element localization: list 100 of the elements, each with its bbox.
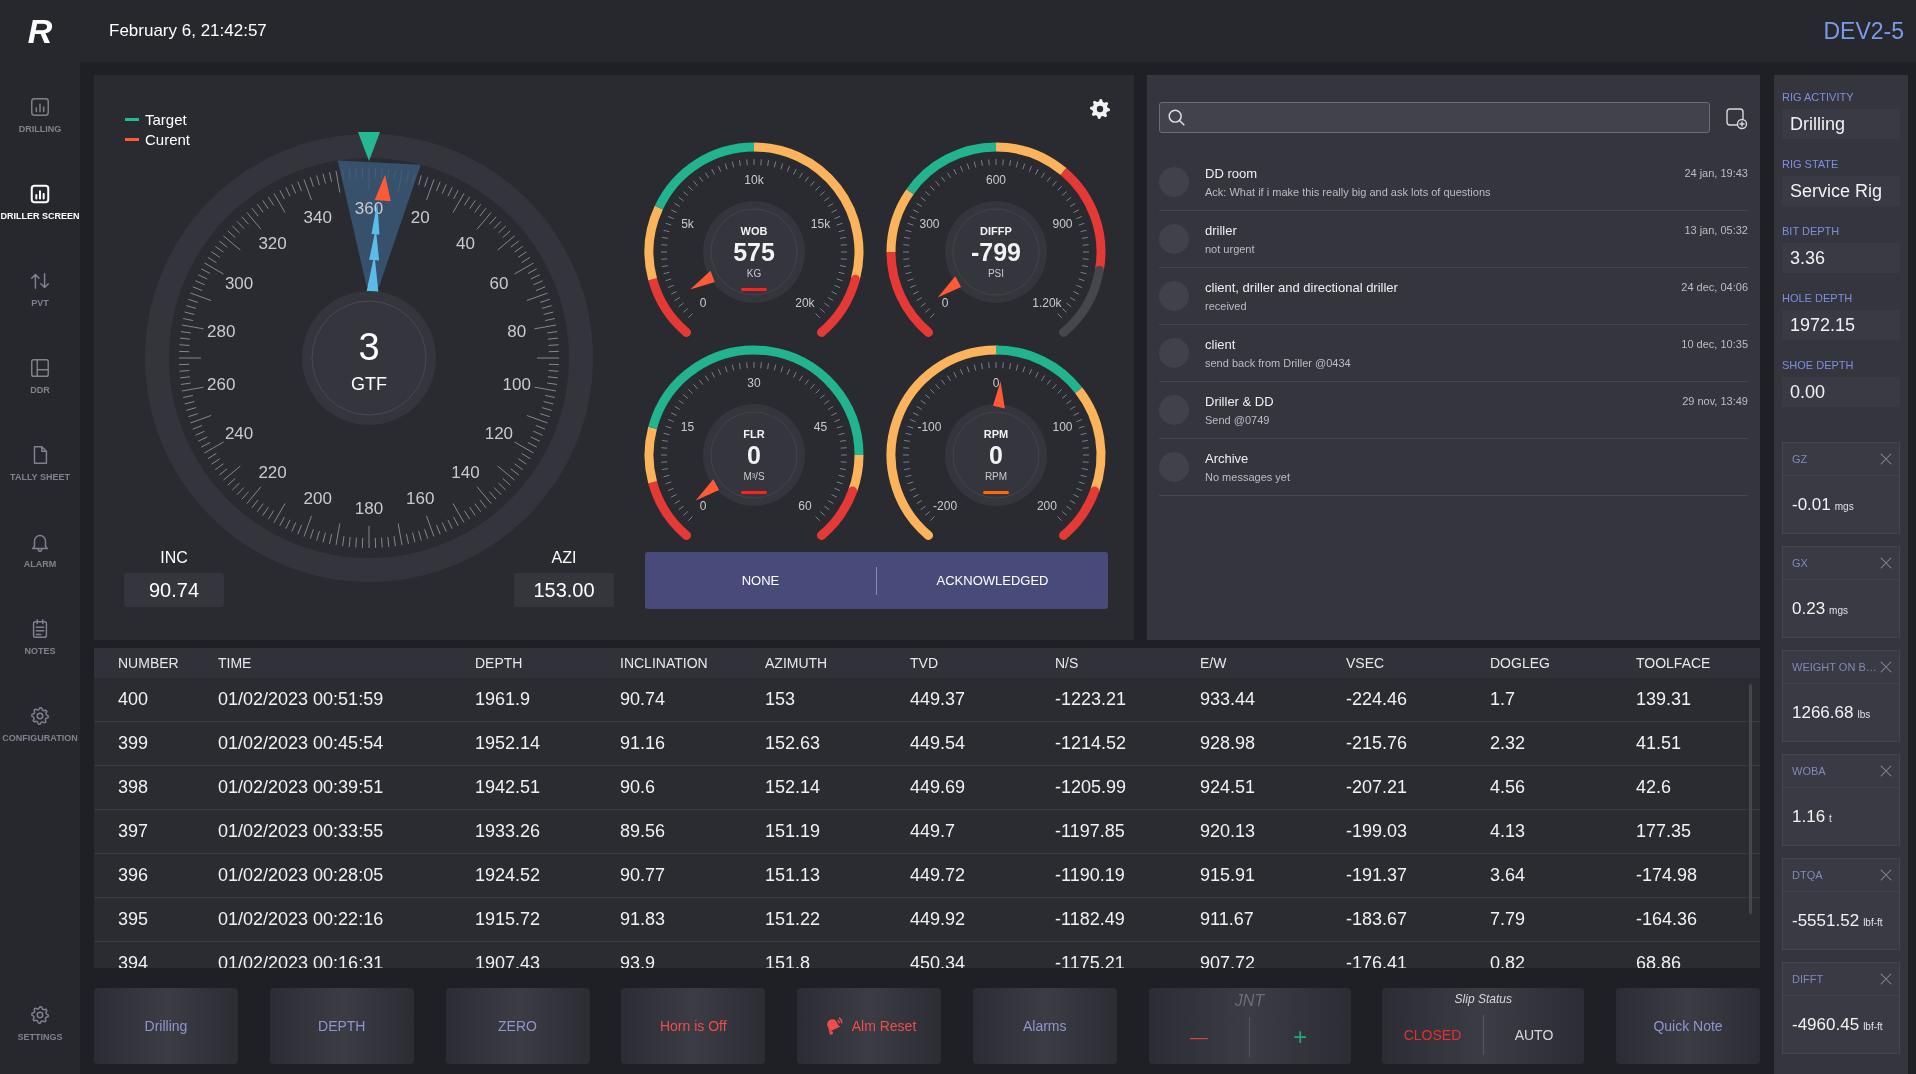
dial-label: 20 xyxy=(410,207,430,227)
switch-option[interactable]: CLOSED xyxy=(1382,1026,1483,1044)
readout-value: 90.74 xyxy=(124,573,224,607)
conversation-item[interactable]: client send back from Driller @0434 10 dec, 10:35 xyxy=(1159,325,1748,382)
table-cell-text: 91.16 xyxy=(620,733,667,754)
reading: -0.01 xyxy=(1792,494,1831,515)
column-header: AZIMUTH xyxy=(765,655,829,671)
scale-label: 30 xyxy=(747,376,761,390)
action-button[interactable]: Quick Note xyxy=(1616,988,1760,1064)
table-cell-text: 42.6 xyxy=(1636,777,1673,798)
scale-label: 5k xyxy=(681,217,694,232)
new-chat-icon[interactable] xyxy=(1724,105,1748,130)
conversation-item[interactable]: Archive No messages yet xyxy=(1159,439,1748,496)
plus-button[interactable]: + xyxy=(1250,1022,1351,1052)
readout-value: 153.00 xyxy=(514,573,614,607)
conversation-item[interactable]: driller not urgent 13 jan, 05:32 xyxy=(1159,211,1748,268)
dial-label: 160 xyxy=(406,489,435,509)
conversation-item[interactable]: DD room Ack: What if i make this really big and ask lots of questions 24 jan, 19:43 xyxy=(1159,154,1748,211)
nav-item[interactable]: ALARM xyxy=(0,506,80,593)
action-button[interactable]: Alarms xyxy=(972,988,1117,1064)
action-button[interactable]: Drilling xyxy=(94,988,238,1064)
action-button[interactable]: ZERO xyxy=(445,988,590,1064)
switch-option[interactable]: AUTO xyxy=(1483,1026,1585,1044)
table-cell-text: -191.37 xyxy=(1346,865,1409,886)
table-cell-text: -183.67 xyxy=(1346,909,1409,930)
table-cell-text: -224.46 xyxy=(1346,689,1409,710)
scale-label: 1.20k xyxy=(1032,295,1062,310)
gauge-label: WOB xyxy=(740,225,768,237)
nav-item[interactable]: NOTES xyxy=(0,593,80,680)
minus-button[interactable]: — xyxy=(1148,1025,1249,1049)
rig-name: DEV2-5 xyxy=(1823,17,1904,45)
target-marker xyxy=(358,132,380,161)
nav-item[interactable]: TALLY SHEET xyxy=(0,419,80,506)
nav-item[interactable]: DRILLING xyxy=(0,71,80,158)
table-cell-text: 928.98 xyxy=(1200,733,1257,754)
readout-label: INC xyxy=(160,549,188,567)
scale-label: 60 xyxy=(798,498,812,513)
scale-label: 300 xyxy=(919,217,940,232)
table-cell-text: 449.92 xyxy=(910,909,967,930)
scale-label: 15 xyxy=(680,420,695,435)
conversation-item[interactable]: Driller & DD Send @0749 29 nov, 13:49 xyxy=(1159,382,1748,439)
settings-icon[interactable] xyxy=(1088,97,1112,121)
table-cell-text: -1197.85 xyxy=(1055,821,1126,842)
table-cell-text: 151.22 xyxy=(765,909,822,930)
action-button[interactable]: Alm Reset xyxy=(797,988,941,1064)
reading: 1.16 xyxy=(1792,806,1826,827)
nav-item[interactable]: DRILLER SCREEN xyxy=(0,158,80,245)
table-cell-text: 4.13 xyxy=(1490,821,1527,842)
unit-label: mgs xyxy=(1834,501,1854,512)
message-time: 29 nov, 13:49 xyxy=(1682,395,1748,407)
nav-item[interactable]: CONFIGURATION xyxy=(0,680,80,767)
table-cell-text: 89.56 xyxy=(620,821,667,842)
dial-label: 220 xyxy=(258,463,287,483)
field-label: HOLE DEPTH xyxy=(1782,292,1854,304)
unit-label: lbf-ft xyxy=(1863,917,1883,928)
table-cell-text: -215.76 xyxy=(1346,733,1409,754)
gauge-value: 0 xyxy=(747,441,761,469)
field-value: 3.36 xyxy=(1782,243,1900,273)
table-cell-text: 398 xyxy=(118,777,150,798)
action-button[interactable]: DEPTH xyxy=(269,988,414,1064)
message-preview: not urgent xyxy=(1205,243,1255,255)
column-header: INCLINATION xyxy=(620,655,709,671)
gauge-label: DIFFP xyxy=(980,225,1012,237)
column-header: NUMBER xyxy=(118,655,180,671)
table-cell-text: -174.98 xyxy=(1636,865,1699,886)
unit-label: mgs xyxy=(1829,605,1848,616)
table-cell-text: 91.83 xyxy=(620,909,667,930)
table-cell-text: 01/02/2023 00:45:54 xyxy=(218,733,385,754)
scale-label: 600 xyxy=(986,173,1006,187)
table-cell-text: 933.44 xyxy=(1200,689,1257,710)
table-cell-text: 7.79 xyxy=(1490,909,1527,930)
toolface-value: 3 xyxy=(358,326,380,368)
search-field[interactable] xyxy=(1159,102,1710,133)
nav-item[interactable]: DDR xyxy=(0,332,80,419)
table-cell-text: -199.03 xyxy=(1346,821,1409,842)
table-cell-text: 152.63 xyxy=(765,733,822,754)
table-cell-text: 152.14 xyxy=(765,777,822,798)
toolface-label: GTF xyxy=(351,374,387,394)
toggle-option[interactable]: NONE xyxy=(645,552,876,609)
action-button[interactable]: Horn is Off xyxy=(621,988,766,1064)
table-cell-text: 4.56 xyxy=(1490,777,1527,798)
message-preview: send back from Driller @0434 xyxy=(1205,357,1351,369)
conversation-name: Driller & DD xyxy=(1205,394,1274,409)
dial-label: 320 xyxy=(258,233,287,253)
message-time: 24 jan, 19:43 xyxy=(1684,167,1748,179)
table-cell-text: 1952.14 xyxy=(475,733,542,754)
column-header: N/S xyxy=(1055,655,1080,671)
table-cell-text: -164.36 xyxy=(1636,909,1699,930)
gauge-needle xyxy=(937,276,962,298)
table-cell-text: 400 xyxy=(118,689,150,710)
toggle-option[interactable]: ACKNOWLEDGED xyxy=(877,552,1108,609)
table-cell-text: -1205.99 xyxy=(1055,777,1128,798)
conversation-item[interactable]: client, driller and directional driller received 24 dec, 04:06 xyxy=(1159,268,1748,325)
reading: 1266.68 xyxy=(1792,702,1854,723)
nav-item[interactable]: PVT xyxy=(0,245,80,332)
scale-label: 900 xyxy=(1052,217,1073,232)
table-cell-text: 911.67 xyxy=(1200,909,1255,930)
field-value: 1972.15 xyxy=(1782,310,1900,340)
settings-button[interactable]: SETTINGS xyxy=(0,979,80,1066)
card-label: WOBA xyxy=(1792,765,1826,777)
